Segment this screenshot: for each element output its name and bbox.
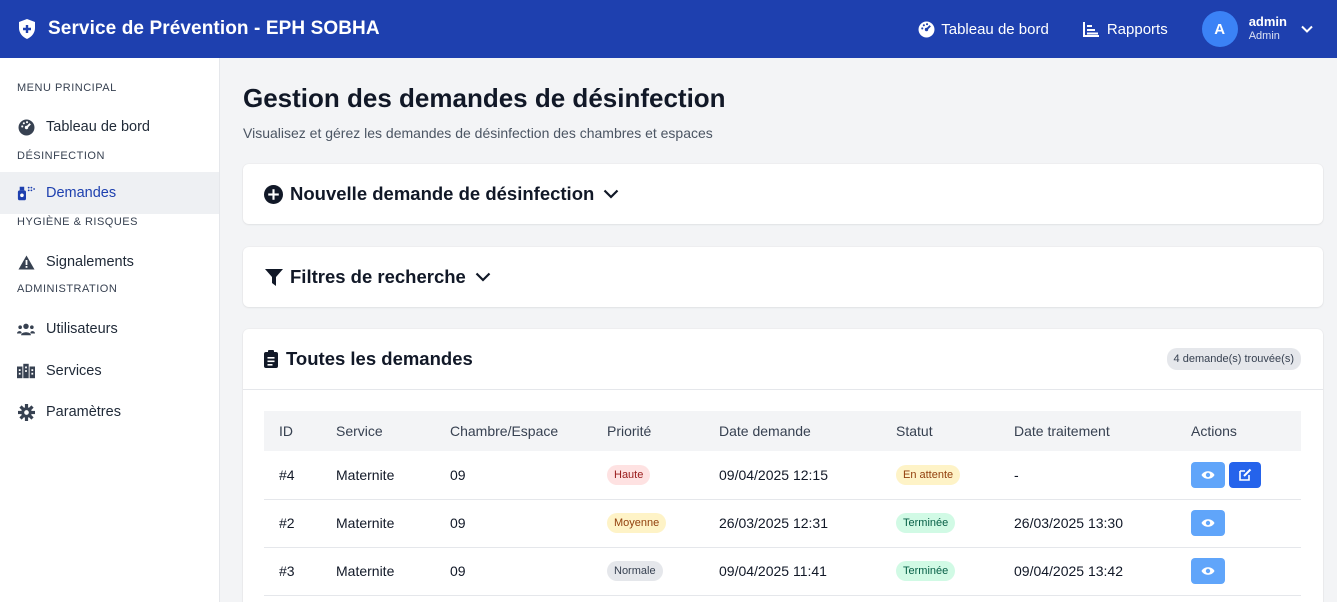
top-navbar: Service de Prévention - EPH SOBHA Tablea… <box>0 0 1337 58</box>
disinfect-icon <box>17 184 35 202</box>
new-request-title: Nouvelle demande de désinfection <box>290 183 595 204</box>
sidebar-item-label: Signalements <box>46 254 134 270</box>
priority-badge: Haute <box>607 464 651 485</box>
sidebar-section-hygiene: HYGIÈNE & RISQUES <box>17 216 138 228</box>
view-button[interactable] <box>1191 461 1225 488</box>
sidebar-item-reports[interactable]: Signalements <box>0 241 219 283</box>
column-header-actions: Actions <box>1191 423 1237 439</box>
filters-panel: Filtres de recherche <box>243 247 1323 307</box>
eye-icon <box>1201 519 1215 527</box>
user-role: Admin <box>1248 30 1280 43</box>
sidebar-item-requests[interactable]: Demandes <box>0 172 219 214</box>
cell-service: Maternite <box>336 515 395 531</box>
nav-dashboard-label: Tableau de bord <box>941 20 1049 38</box>
chart-icon <box>1083 20 1101 38</box>
cell-request-date: 26/03/2025 12:31 <box>719 515 828 531</box>
chevron-down-icon <box>475 269 491 285</box>
sidebar-section-main: MENU PRINCIPAL <box>17 82 117 94</box>
nav-dashboard-link[interactable]: Tableau de bord <box>917 20 1049 38</box>
cell-service: Maternite <box>336 466 395 483</box>
dashboard-icon <box>17 118 35 136</box>
warning-icon <box>17 253 35 271</box>
requests-table: ID Service Chambre/Espace Priorité Date … <box>264 411 1301 596</box>
cell-id: #3 <box>279 563 295 579</box>
sidebar-item-label: Tableau de bord <box>46 119 150 135</box>
user-menu[interactable]: A admin Admin <box>1201 11 1313 47</box>
app-title: Service de Prévention - EPH SOBHA <box>48 18 380 39</box>
column-header-service[interactable]: Service <box>336 411 450 451</box>
table-header-row: ID Service Chambre/Espace Priorité Date … <box>264 411 1301 451</box>
sidebar-item-label: Demandes <box>46 185 117 201</box>
cell-processed-date: - <box>1014 466 1019 483</box>
cell-processed-date: 26/03/2025 13:30 <box>1014 515 1123 531</box>
column-header-processed-date[interactable]: Date traitement <box>1014 411 1191 451</box>
nav-reports-label: Rapports <box>1106 20 1168 38</box>
eye-icon <box>1201 567 1215 575</box>
view-button[interactable] <box>1191 510 1225 536</box>
clipboard-icon <box>264 350 279 369</box>
column-header-status[interactable]: Statut <box>896 411 1014 451</box>
sidebar-item-settings[interactable]: Paramètres <box>0 391 219 433</box>
sidebar-item-label: Utilisateurs <box>46 321 118 337</box>
cell-request-date: 09/04/2025 12:15 <box>719 466 828 483</box>
new-request-panel: Nouvelle demande de désinfection <box>243 164 1323 224</box>
edit-icon <box>1238 469 1251 482</box>
sidebar-item-services[interactable]: Services <box>0 350 219 392</box>
filters-title: Filtres de recherche <box>290 266 466 287</box>
brand[interactable]: Service de Prévention - EPH SOBHA <box>0 18 380 40</box>
status-badge: Terminée <box>896 561 956 581</box>
sidebar-item-label: Paramètres <box>46 404 121 420</box>
cell-room: 09 <box>450 563 466 579</box>
user-name: admin <box>1248 14 1287 30</box>
cell-room: 09 <box>450 466 466 483</box>
users-icon <box>17 320 35 338</box>
view-button[interactable] <box>1191 558 1225 584</box>
table-row: #3 Maternite 09 Normale 09/04/2025 11:41… <box>264 547 1301 595</box>
page-title: Gestion des demandes de désinfection <box>243 83 726 113</box>
sidebar-item-label: Services <box>46 363 102 379</box>
status-badge: En attente <box>896 464 961 485</box>
filters-toggle[interactable]: Filtres de recherche <box>243 247 1323 307</box>
eye-icon <box>1201 471 1215 479</box>
column-header-priority[interactable]: Priorité <box>607 411 719 451</box>
priority-badge: Normale <box>607 561 663 581</box>
plus-circle-icon <box>264 184 283 204</box>
column-header-room[interactable]: Chambre/Espace <box>450 411 607 451</box>
column-header-request-date[interactable]: Date demande <box>719 411 896 451</box>
cell-processed-date: 09/04/2025 13:42 <box>1014 563 1123 579</box>
chevron-down-icon <box>603 186 619 202</box>
nav-reports-link[interactable]: Rapports <box>1083 20 1168 38</box>
table-row: #2 Maternite 09 Moyenne 26/03/2025 12:31… <box>264 499 1301 547</box>
requests-list-panel: Toutes les demandes 4 demande(s) trouvée… <box>243 329 1323 602</box>
requests-list-header: Toutes les demandes 4 demande(s) trouvée… <box>243 329 1323 390</box>
cell-service: Maternite <box>336 563 395 579</box>
new-request-toggle[interactable]: Nouvelle demande de désinfection <box>243 164 1323 224</box>
column-header-id[interactable]: ID <box>264 411 336 451</box>
status-badge: Terminée <box>896 513 956 533</box>
sidebar-item-dashboard[interactable]: Tableau de bord <box>0 106 219 148</box>
sidebar: MENU PRINCIPAL Tableau de bord DÉSINFECT… <box>0 58 220 602</box>
cell-id: #4 <box>279 466 295 483</box>
sidebar-section-admin: ADMINISTRATION <box>17 283 118 295</box>
priority-badge: Moyenne <box>607 513 667 533</box>
gear-icon <box>17 403 35 421</box>
cell-room: 09 <box>450 515 466 531</box>
sidebar-section-disinfection: DÉSINFECTION <box>17 150 105 162</box>
avatar: A <box>1201 11 1238 47</box>
shield-icon <box>16 18 38 40</box>
cell-id: #2 <box>279 515 295 531</box>
sidebar-item-users[interactable]: Utilisateurs <box>0 308 219 350</box>
edit-button[interactable] <box>1229 461 1261 488</box>
dashboard-icon <box>917 20 935 38</box>
results-count-badge: 4 demande(s) trouvée(s) <box>1166 348 1301 370</box>
table-row: #4 Maternite 09 Haute 09/04/2025 12:15 E… <box>264 451 1301 499</box>
cell-request-date: 09/04/2025 11:41 <box>719 563 827 579</box>
page-subtitle: Visualisez et gérez les demandes de dési… <box>243 125 713 141</box>
chevron-down-icon <box>1301 23 1313 35</box>
filter-icon <box>264 268 283 287</box>
building-icon <box>17 362 35 380</box>
requests-list-title: Toutes les demandes <box>286 348 473 369</box>
